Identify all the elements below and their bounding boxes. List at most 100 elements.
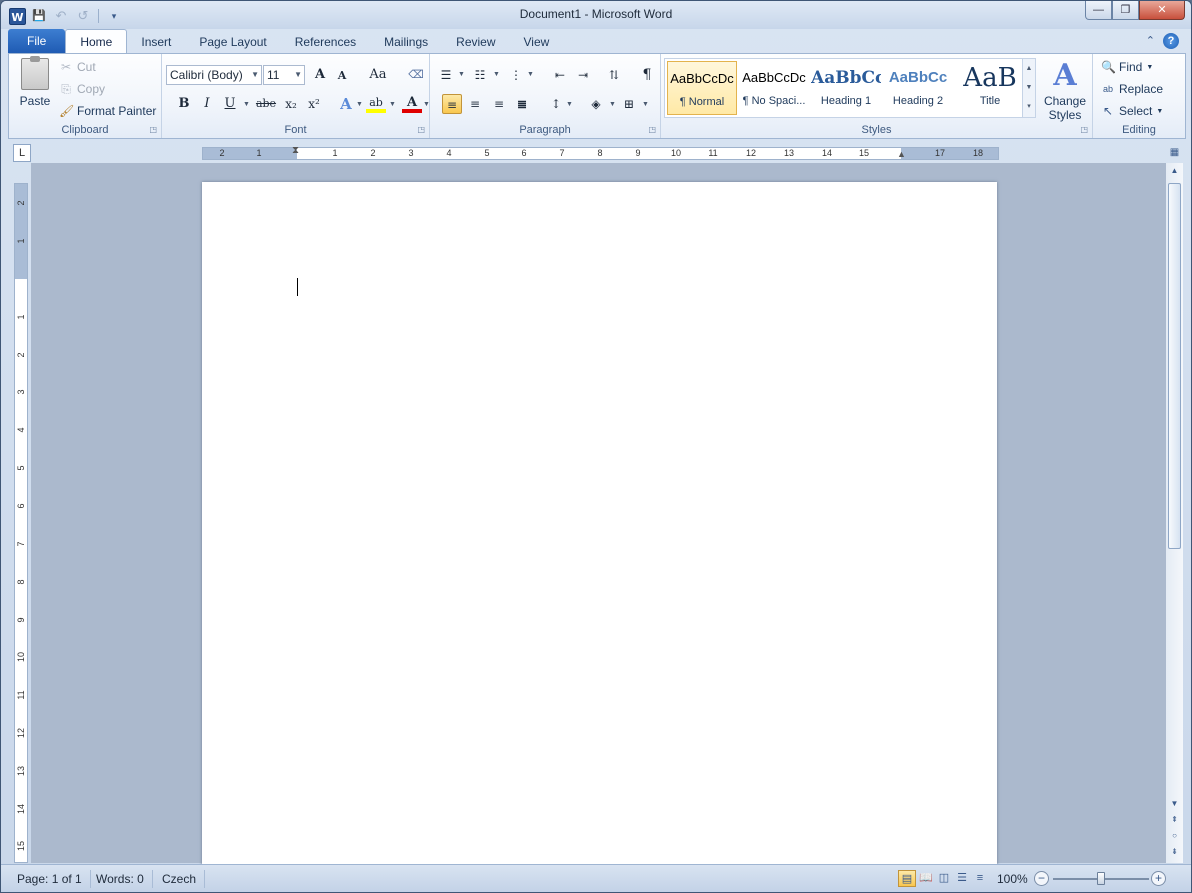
sort-icon[interactable]: ⇅ (604, 65, 624, 85)
bullets-icon[interactable]: ☰ (436, 65, 456, 85)
tab-insert[interactable]: Insert (127, 31, 185, 53)
scroll-thumb[interactable] (1168, 183, 1181, 549)
justify-icon[interactable]: ≣ (512, 94, 532, 114)
italic-button[interactable]: I (197, 94, 217, 114)
shading-icon[interactable]: ◈ (586, 94, 606, 114)
minimize-button[interactable]: — (1085, 1, 1112, 20)
align-right-icon[interactable]: ≡ (489, 94, 509, 114)
document-page[interactable] (202, 182, 997, 882)
font-size-dropdown-icon[interactable]: ▼ (294, 66, 302, 84)
tab-references[interactable]: References (281, 31, 370, 53)
text-effects-button[interactable]: A (336, 94, 356, 114)
copy-button[interactable]: ⎘ Copy (59, 80, 105, 98)
web-layout-icon[interactable]: ◫ (935, 870, 953, 887)
shrink-font-button[interactable]: A (332, 66, 352, 86)
grow-font-button[interactable]: A (310, 65, 330, 85)
clear-formatting-button[interactable]: ⌫ (406, 65, 426, 85)
numbering-icon[interactable]: ☷ (470, 65, 490, 85)
font-family-combo[interactable]: Calibri (Body) ▼ (166, 65, 262, 85)
tab-view[interactable]: View (510, 31, 564, 53)
language-status[interactable]: Czech (154, 870, 206, 888)
vertical-ruler[interactable]: 2 1 1 2 3 4 5 6 7 8 9 10 11 12 13 14 15 (14, 183, 28, 863)
tab-home[interactable]: Home (65, 29, 128, 53)
print-layout-icon[interactable]: ▤ (898, 870, 916, 887)
style-heading-2[interactable]: AaBbCc Heading 2 (883, 61, 953, 115)
zoom-slider-thumb[interactable] (1097, 872, 1105, 885)
tab-review[interactable]: Review (442, 31, 509, 53)
superscript-button[interactable]: x² (304, 94, 324, 114)
change-styles-button[interactable]: A Change Styles (1041, 58, 1089, 122)
view-ruler-icon[interactable]: ▦ (1166, 144, 1183, 162)
underline-dropdown-icon[interactable]: ▼ (243, 101, 250, 108)
find-dropdown-icon[interactable]: ▼ (1146, 64, 1153, 71)
font-size-combo[interactable]: 11 ▼ (263, 65, 305, 85)
indent-marker-icon[interactable]: ⧗ (292, 145, 299, 156)
line-spacing-dropdown-icon[interactable]: ▼ (566, 101, 573, 108)
scroll-up-icon[interactable]: ▲ (1166, 166, 1183, 175)
tab-selector[interactable]: L (13, 144, 31, 162)
tab-page-layout[interactable]: Page Layout (185, 31, 280, 53)
style-no-spacing[interactable]: AaBbCcDc ¶ No Spaci... (739, 61, 809, 115)
change-case-button[interactable]: Aa (366, 65, 390, 85)
decrease-indent-icon[interactable]: ⇤ (550, 65, 570, 85)
right-indent-marker-icon[interactable]: ▲ (897, 149, 906, 159)
show-marks-button[interactable]: ¶ (637, 65, 657, 85)
help-icon[interactable]: ? (1163, 33, 1179, 49)
browse-object-icon[interactable]: ○ (1166, 831, 1183, 840)
gallery-up-icon[interactable]: ▲ (1023, 59, 1035, 78)
horizontal-ruler[interactable]: ⧗ ▲ 2 1 1 2 3 4 5 6 7 8 9 10 11 12 13 14 15 17 18 (202, 145, 999, 160)
collapse-ribbon-icon[interactable]: ⌃ (1146, 33, 1155, 49)
highlight-dropdown-icon[interactable]: ▼ (389, 101, 396, 108)
scroll-down-icon[interactable]: ▼ (1166, 799, 1183, 808)
cut-button[interactable]: ✂ Cut (59, 58, 96, 76)
word-count-status[interactable]: Words: 0 (88, 870, 153, 888)
close-button[interactable]: ✕ (1139, 1, 1185, 20)
zoom-in-button[interactable]: + (1151, 871, 1166, 886)
subscript-button[interactable]: x₂ (281, 94, 301, 114)
paragraph-launcher-icon[interactable]: ◳ (648, 125, 656, 134)
zoom-out-button[interactable]: − (1034, 871, 1049, 886)
line-spacing-icon[interactable]: ↕ (546, 94, 566, 114)
outline-icon[interactable]: ☰ (953, 870, 971, 887)
zoom-slider[interactable] (1053, 872, 1149, 885)
paste-button[interactable]: Paste (15, 56, 55, 108)
format-painter-button[interactable]: 🖌 Format Painter (59, 102, 156, 120)
select-button[interactable]: ↖ Select ▼ (1101, 102, 1163, 120)
numbering-dropdown-icon[interactable]: ▼ (493, 71, 500, 78)
page-count-status[interactable]: Page: 1 of 1 (9, 870, 91, 888)
find-button[interactable]: 🔍 Find ▼ (1101, 58, 1153, 76)
style-heading-1[interactable]: AaBbCc Heading 1 (811, 61, 881, 115)
strikethrough-button[interactable]: abe (254, 94, 278, 114)
bold-button[interactable]: B (174, 94, 194, 114)
previous-page-icon[interactable]: ⇞ (1166, 815, 1183, 824)
font-color-dropdown-icon[interactable]: ▼ (423, 101, 430, 108)
highlight-button[interactable]: ab (366, 93, 386, 113)
multilevel-list-icon[interactable]: ⋮ (506, 65, 526, 85)
borders-icon[interactable]: ⊞ (619, 94, 639, 114)
zoom-level[interactable]: 100% (997, 870, 1028, 888)
align-left-icon[interactable]: ≡ (442, 94, 462, 114)
replace-button[interactable]: ab Replace (1101, 80, 1163, 98)
vertical-scrollbar[interactable]: ▲ ▼ ⇞ ○ ⇟ (1166, 163, 1183, 863)
maximize-button[interactable]: ❐ (1112, 1, 1139, 20)
bullets-dropdown-icon[interactable]: ▼ (458, 71, 465, 78)
tab-mailings[interactable]: Mailings (370, 31, 442, 53)
tab-file[interactable]: File (8, 29, 66, 53)
clipboard-launcher-icon[interactable]: ◳ (149, 125, 157, 134)
gallery-more-icon[interactable]: ▾ (1023, 97, 1035, 116)
increase-indent-icon[interactable]: ⇥ (573, 65, 593, 85)
select-dropdown-icon[interactable]: ▼ (1156, 108, 1163, 115)
styles-launcher-icon[interactable]: ◳ (1080, 125, 1088, 134)
shading-dropdown-icon[interactable]: ▼ (609, 101, 616, 108)
text-effects-dropdown-icon[interactable]: ▼ (356, 101, 363, 108)
style-normal[interactable]: AaBbCcDc ¶ Normal (667, 61, 737, 115)
style-title[interactable]: AaB Title (955, 61, 1025, 115)
font-color-button[interactable]: A (402, 93, 422, 113)
full-screen-reading-icon[interactable]: 📖 (917, 870, 935, 887)
align-center-icon[interactable]: ≡ (465, 94, 485, 114)
multilevel-dropdown-icon[interactable]: ▼ (527, 71, 534, 78)
borders-dropdown-icon[interactable]: ▼ (642, 101, 649, 108)
gallery-down-icon[interactable]: ▼ (1023, 78, 1035, 97)
font-launcher-icon[interactable]: ◳ (417, 125, 425, 134)
font-family-dropdown-icon[interactable]: ▼ (251, 66, 259, 84)
